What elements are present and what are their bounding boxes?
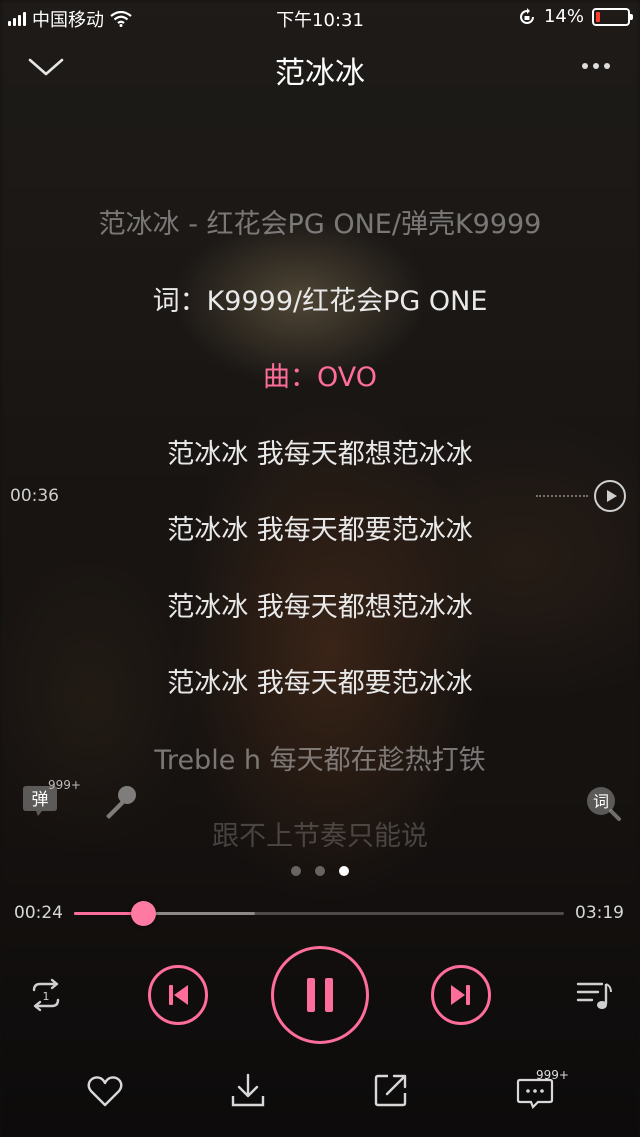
danmu-label: 弹 bbox=[32, 790, 49, 810]
more-icon[interactable] bbox=[576, 50, 616, 82]
skip-next-icon bbox=[451, 985, 470, 1005]
lyric-line: 范冰冰 我每天都想范冰冰 bbox=[167, 591, 473, 623]
microphone-icon[interactable] bbox=[100, 782, 140, 822]
pause-icon bbox=[307, 978, 333, 1012]
seek-preview-time: 00:36 bbox=[10, 486, 59, 506]
current-time: 00:24 bbox=[14, 903, 63, 923]
playlist-icon[interactable] bbox=[576, 978, 614, 1012]
comment-count-badge: 999+ bbox=[536, 1068, 569, 1082]
share-icon[interactable] bbox=[373, 1072, 409, 1108]
status-right: 14% bbox=[518, 6, 633, 27]
play-from-here-icon[interactable] bbox=[594, 480, 626, 512]
progress-knob[interactable] bbox=[130, 901, 156, 926]
player-header: 范冰冰 bbox=[0, 40, 640, 92]
skip-previous-icon bbox=[169, 985, 188, 1005]
battery-fill bbox=[596, 11, 601, 22]
page-dot[interactable] bbox=[339, 866, 349, 876]
lyric-line: 范冰冰 我每天都要范冰冰 bbox=[167, 668, 473, 699]
next-button[interactable] bbox=[431, 965, 491, 1025]
total-time: 03:19 bbox=[575, 903, 624, 923]
page-dot[interactable] bbox=[291, 866, 301, 876]
status-bar: 中国移动 下午10:31 14% bbox=[0, 0, 640, 34]
lyric-line: 范冰冰 我每天都想范冰冰 bbox=[167, 438, 473, 470]
lyric-line: Treble h 每天都在趁热打铁 bbox=[154, 744, 486, 776]
page-dot[interactable] bbox=[315, 866, 325, 876]
previous-button[interactable] bbox=[148, 965, 208, 1025]
lyric-line: 词：K9999/红花会PG ONE bbox=[152, 285, 488, 317]
heart-icon[interactable] bbox=[86, 1074, 124, 1108]
lyric-line: 跟不上节奏只能说 bbox=[212, 821, 428, 852]
player-screen: 中国移动 下午10:31 14% 范冰冰 范冰冰 - 红花会PG ONE/弹壳K… bbox=[0, 0, 640, 1137]
seek-preview-line bbox=[536, 495, 588, 497]
battery-icon bbox=[592, 7, 633, 26]
lyric-line-current: 曲：OVO bbox=[262, 362, 378, 393]
pause-button[interactable] bbox=[271, 946, 369, 1044]
lyric-line: 范冰冰 - 红花会PG ONE/弹壳K9999 bbox=[98, 209, 542, 240]
download-icon[interactable] bbox=[230, 1072, 266, 1108]
battery-percent: 14% bbox=[543, 6, 584, 27]
lyric-line: 范冰冰 我每天都要范冰冰 bbox=[167, 515, 473, 546]
lyric-search-icon[interactable]: 词 bbox=[584, 784, 622, 822]
repeat-one-icon[interactable]: 1 bbox=[26, 978, 66, 1012]
lyric-toggle-label: 词 bbox=[593, 792, 609, 811]
svg-text:1: 1 bbox=[43, 990, 50, 1003]
danmu-count-badge: 999+ bbox=[48, 778, 81, 792]
page-indicator bbox=[0, 866, 640, 876]
progress-slider[interactable] bbox=[74, 901, 564, 926]
song-title: 范冰冰 bbox=[275, 56, 365, 91]
rotation-lock-icon bbox=[520, 7, 534, 24]
